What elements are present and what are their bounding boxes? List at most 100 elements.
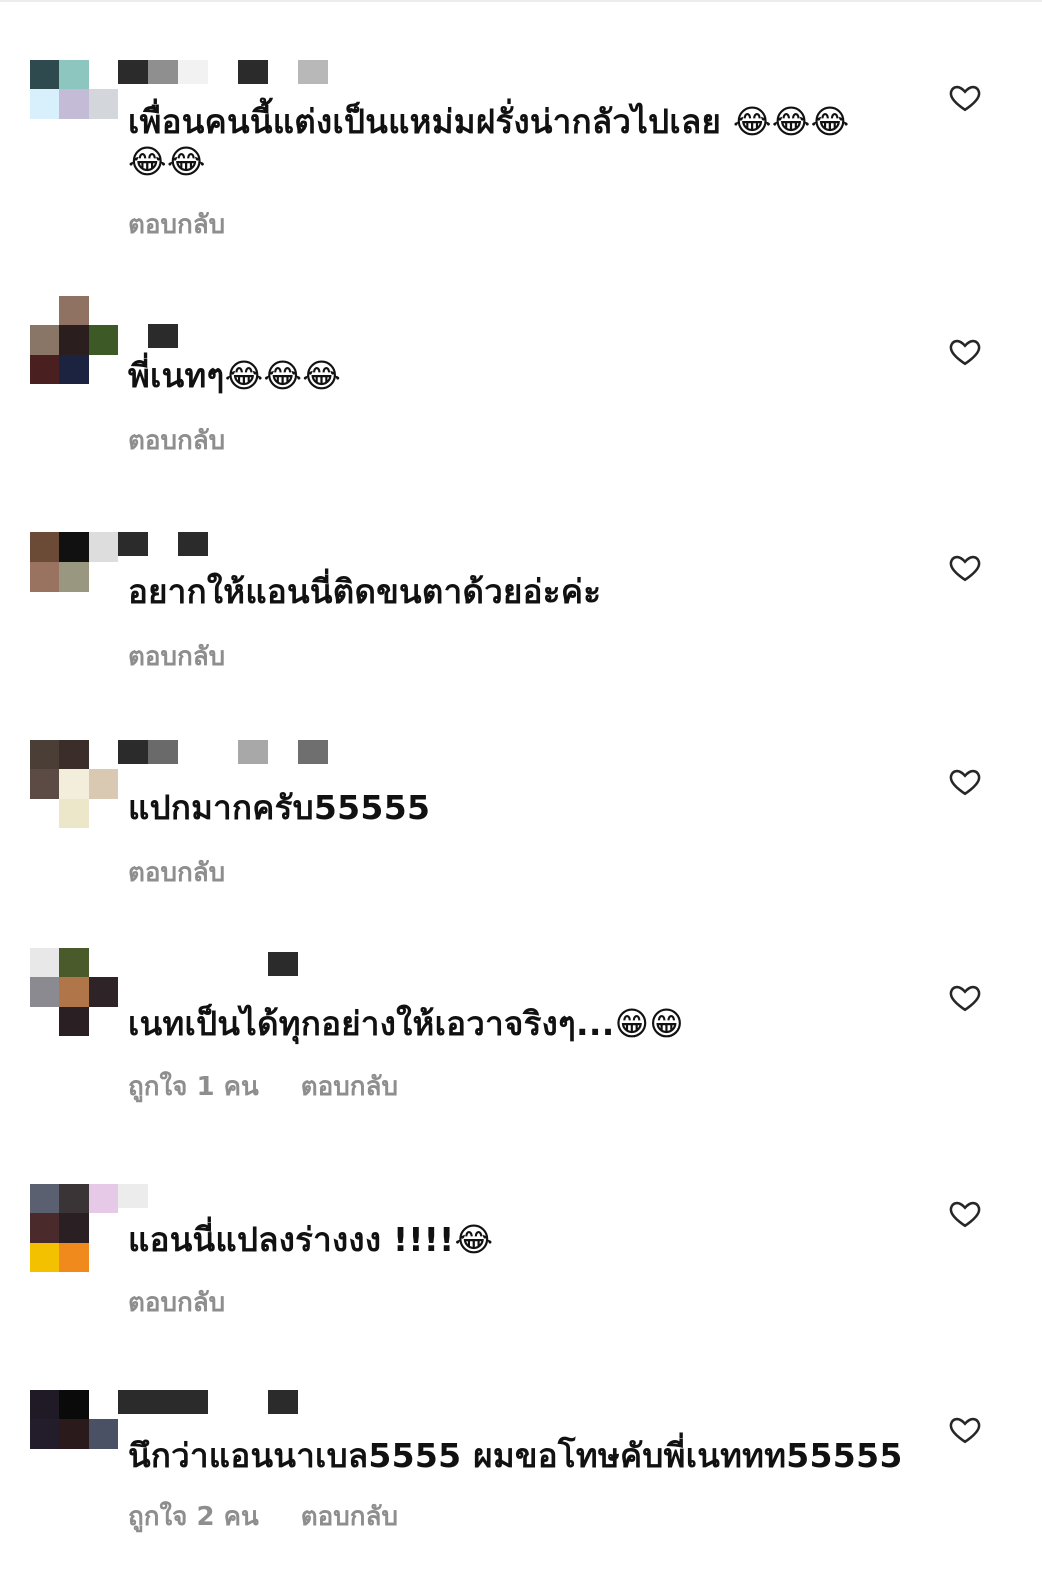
avatar[interactable] — [30, 1184, 118, 1272]
avatar-pixel — [30, 60, 60, 90]
reply-button[interactable]: ตอบกลับ — [128, 852, 225, 893]
avatar-pixel — [59, 354, 89, 384]
username-blurred[interactable] — [118, 60, 398, 84]
username-pixel — [118, 1184, 148, 1208]
reply-button[interactable]: ตอบกลับ — [301, 1496, 398, 1537]
username-pixel — [208, 1390, 238, 1414]
avatar-pixel — [30, 948, 60, 978]
comment-meta: ตอบกลับ — [128, 420, 225, 461]
username-pixel — [238, 952, 268, 976]
avatar-pixel — [59, 1184, 89, 1214]
username-pixel — [238, 60, 268, 84]
avatar-pixel — [59, 1213, 89, 1243]
heart-icon[interactable] — [948, 764, 982, 798]
heart-icon[interactable] — [948, 550, 982, 584]
avatar-pixel — [59, 798, 89, 828]
username-pixel — [268, 532, 298, 556]
heart-icon[interactable] — [948, 80, 982, 114]
top-divider — [0, 0, 1042, 2]
avatar[interactable] — [30, 1390, 118, 1478]
avatar-pixel — [59, 325, 89, 355]
avatar[interactable] — [30, 532, 118, 592]
avatar-pixel — [88, 1390, 118, 1420]
avatar[interactable] — [30, 740, 118, 828]
avatar-pixel — [30, 1448, 60, 1478]
username-pixel — [268, 740, 298, 764]
avatar-pixel — [88, 562, 118, 592]
avatar-pixel — [59, 60, 89, 90]
username-pixel — [148, 740, 178, 764]
username-pixel — [118, 324, 148, 348]
avatar-pixel — [59, 562, 89, 592]
avatar-pixel — [30, 769, 60, 799]
comment-meta: ตอบกลับ — [128, 1282, 225, 1323]
comment-meta: ตอบกลับ — [128, 852, 225, 893]
reply-button[interactable]: ตอบกลับ — [128, 1282, 225, 1323]
username-pixel — [238, 532, 268, 556]
avatar-pixel — [88, 1006, 118, 1036]
heart-icon[interactable] — [948, 1196, 982, 1230]
username-pixel — [118, 952, 148, 976]
avatar-pixel — [30, 296, 60, 326]
reply-button[interactable]: ตอบกลับ — [128, 420, 225, 461]
username-pixel — [238, 740, 268, 764]
avatar-pixel — [30, 118, 60, 148]
avatar-pixel — [30, 798, 60, 828]
heart-icon[interactable] — [948, 1412, 982, 1446]
comment-meta: ตอบกลับ — [128, 636, 225, 677]
username-pixel — [238, 1390, 268, 1414]
username-blurred[interactable] — [118, 1184, 398, 1208]
username-pixel — [298, 952, 328, 976]
avatar-pixel — [59, 740, 89, 770]
avatar-pixel — [88, 798, 118, 828]
avatar-pixel — [59, 1419, 89, 1449]
avatar-pixel — [59, 89, 89, 119]
avatar-pixel — [30, 1006, 60, 1036]
likes-count[interactable]: ถูกใจ 1 คน — [128, 1066, 259, 1107]
username-pixel — [118, 1390, 148, 1414]
avatar-pixel — [59, 118, 89, 148]
avatar-pixel — [30, 1184, 60, 1214]
avatar-pixel — [30, 325, 60, 355]
reply-button[interactable]: ตอบกลับ — [128, 636, 225, 677]
avatar-pixel — [88, 948, 118, 978]
heart-icon[interactable] — [948, 980, 982, 1014]
username-pixel — [238, 324, 268, 348]
username-blurred[interactable] — [118, 1390, 398, 1414]
comment-text: อยากให้แอนนี่ติดขนตาด้วยอ่ะค่ะ — [128, 572, 602, 611]
avatar[interactable] — [30, 948, 118, 1036]
likes-count[interactable]: ถูกใจ 2 คน — [128, 1496, 259, 1537]
username-blurred[interactable] — [118, 324, 398, 348]
username-pixel — [268, 324, 298, 348]
username-pixel — [268, 952, 298, 976]
reply-button[interactable]: ตอบกลับ — [128, 204, 225, 245]
avatar[interactable] — [30, 296, 118, 384]
avatar-pixel — [88, 1448, 118, 1478]
avatar-pixel — [88, 118, 118, 148]
reply-button[interactable]: ตอบกลับ — [301, 1066, 398, 1107]
username-pixel — [148, 324, 178, 348]
username-pixel — [298, 1184, 328, 1208]
username-pixel — [178, 740, 208, 764]
avatar-pixel — [59, 1006, 89, 1036]
username-pixel — [178, 60, 208, 84]
avatar-pixel — [30, 1242, 60, 1272]
username-pixel — [118, 740, 148, 764]
username-blurred[interactable] — [118, 952, 398, 976]
heart-icon[interactable] — [948, 334, 982, 368]
username-pixel — [298, 60, 328, 84]
comment-meta: ตอบกลับ — [128, 204, 225, 245]
avatar-pixel — [88, 1242, 118, 1272]
username-pixel — [208, 532, 238, 556]
avatar-pixel — [59, 1448, 89, 1478]
avatar-pixel — [30, 1213, 60, 1243]
username-blurred[interactable] — [118, 740, 398, 764]
comment-text: นึกว่าแอนนาเบล5555 ผมขอโทษคับพี่เนททท555… — [128, 1436, 903, 1475]
avatar[interactable] — [30, 60, 118, 148]
username-pixel — [178, 1184, 208, 1208]
username-blurred[interactable] — [118, 532, 398, 556]
username-pixel — [208, 952, 238, 976]
comment-text: พี่เนทๆ😂😂😂 — [128, 356, 342, 395]
username-pixel — [178, 324, 208, 348]
username-pixel — [148, 1184, 178, 1208]
